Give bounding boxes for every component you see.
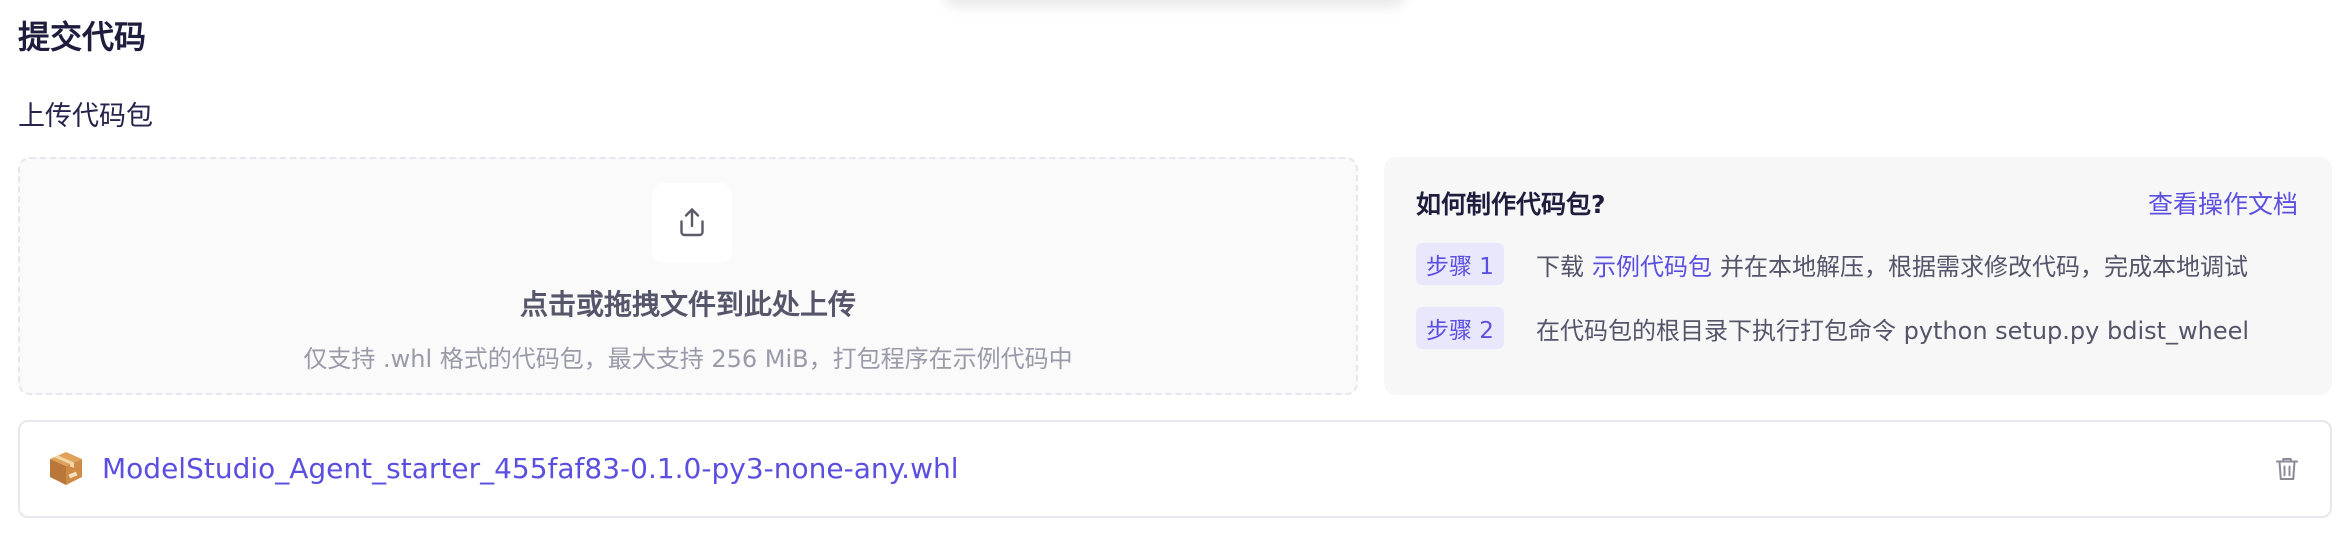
section-title: 提交代码 — [18, 18, 147, 56]
upload-dropzone[interactable]: 点击或拖拽文件到此处上传 仅支持 .whl 格式的代码包，最大支持 256 Mi… — [18, 157, 1358, 395]
guide-title: 如何制作代码包? — [1416, 190, 1606, 219]
package-icon — [50, 452, 82, 485]
upload-icon — [652, 183, 732, 263]
step-badge: 步骤 2 — [1416, 307, 1504, 349]
view-docs-link[interactable]: 查看操作文档 — [2148, 185, 2298, 221]
uploaded-file-item: ModelStudio_Agent_starter_455faf83-0.1.0… — [18, 420, 2332, 518]
guide-step-1: 步骤 1 下载 示例代码包 并在本地解压，根据需求修改代码，完成本地调试 — [1416, 243, 2248, 285]
step-text: 在代码包的根目录下执行打包命令 python setup.py bdist_wh… — [1535, 316, 2250, 345]
package-guide-panel: 如何制作代码包? 查看操作文档 步骤 1 下载 示例代码包 并在本地解压，根据需… — [1384, 157, 2332, 395]
guide-step-2: 步骤 2 在代码包的根目录下执行打包命令 python setup.py bdi… — [1416, 307, 2249, 349]
upload-label: 上传代码包 — [18, 101, 153, 132]
trash-icon[interactable] — [2272, 454, 2302, 484]
step-badge: 步骤 1 — [1416, 243, 1504, 285]
file-name-link[interactable]: ModelStudio_Agent_starter_455faf83-0.1.0… — [102, 452, 959, 485]
submit-code-page: 提交代码 上传代码包 点击或拖拽文件到此处上传 仅支持 .whl 格式的代码包，… — [0, 0, 2350, 554]
upload-title: 点击或拖拽文件到此处上传 — [519, 288, 856, 321]
upload-hint: 仅支持 .whl 格式的代码包，最大支持 256 MiB，打包程序在示例代码中 — [303, 345, 1073, 373]
step-text-suffix: 并在本地解压，根据需求修改代码，完成本地调试 — [1719, 252, 2248, 281]
step-text-prefix: 下载 — [1535, 252, 1584, 281]
sample-package-link[interactable]: 示例代码包 — [1592, 247, 1712, 282]
